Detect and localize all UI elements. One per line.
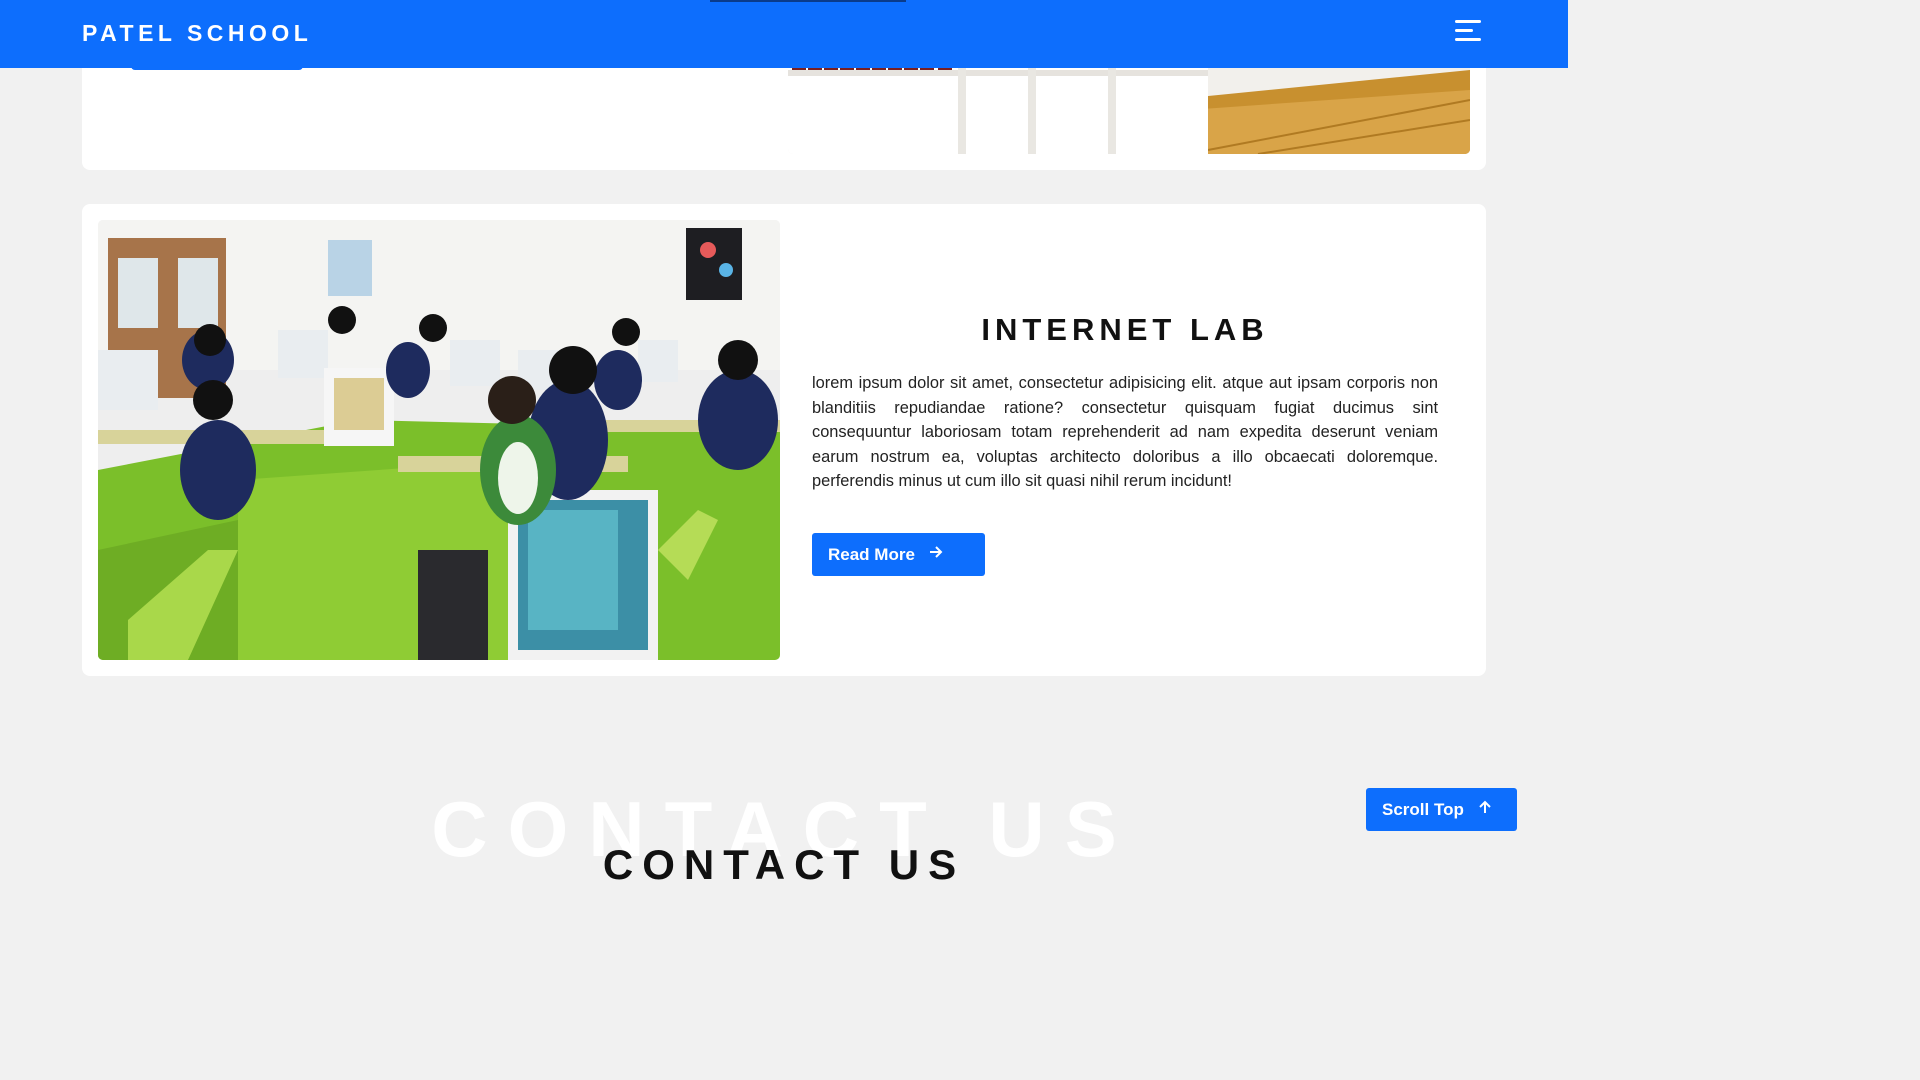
site-logo[interactable]: PATEL SCHOOL <box>82 20 312 47</box>
feature-description: lorem ipsum dolor sit amet, consectetur … <box>812 374 1438 490</box>
read-more-label: Read More <box>828 544 915 564</box>
feature-title: INTERNET LAB <box>981 312 1269 347</box>
contact-title: CONTACT US <box>602 841 966 883</box>
scroll-top-label: Scroll Top <box>1382 799 1464 819</box>
read-more-button[interactable]: Read More <box>812 533 985 576</box>
feature-card-internet-lab: INTERNET LAB lorem ipsum dolor sit amet,… <box>82 204 1486 676</box>
site-header: PATEL SCHOOL <box>0 0 1568 68</box>
computer-lab-photo <box>98 220 780 660</box>
arrow-up-icon <box>1478 800 1492 819</box>
scroll-top-button[interactable]: Scroll Top <box>1366 788 1517 831</box>
page: PATEL SCHOOL INTERNET LAB lorem ipsum do… <box>0 0 1568 882</box>
arrow-right-icon <box>929 545 943 564</box>
hamburger-menu-icon[interactable] <box>1452 18 1484 46</box>
header-top-line <box>710 0 906 2</box>
